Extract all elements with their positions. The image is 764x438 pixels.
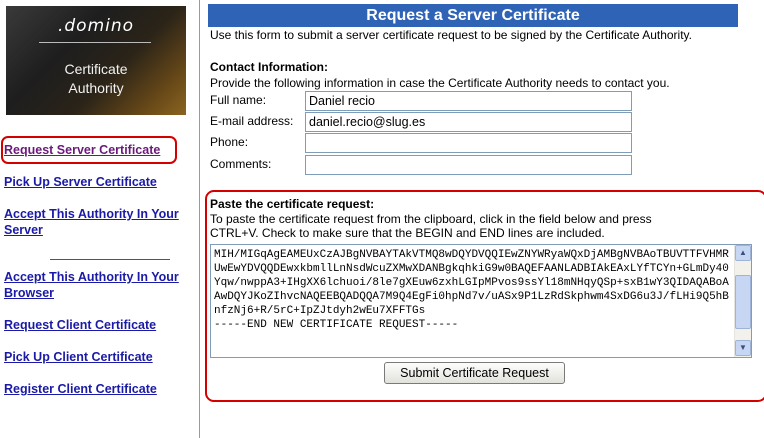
textarea-scrollbar[interactable]: ▲ ▼ xyxy=(734,245,751,357)
nav-register-client-certificate[interactable]: Register Client Certificate xyxy=(4,381,194,397)
scroll-up-icon[interactable]: ▲ xyxy=(735,245,751,261)
sidebar: .domino Certificate Authority Request Se… xyxy=(0,0,200,438)
logo-brand: .domino xyxy=(57,16,135,36)
email-label: E-mail address: xyxy=(210,114,294,128)
scrollbar-thumb[interactable] xyxy=(735,275,751,329)
paste-description: To paste the certificate request from th… xyxy=(210,212,652,240)
submit-certificate-request-button[interactable]: Submit Certificate Request xyxy=(384,362,565,384)
certificate-request-textarea-wrapper: ▲ ▼ xyxy=(210,244,752,358)
main-content: Request a Server Certificate Use this fo… xyxy=(205,0,764,438)
logo-title-line2: Authority xyxy=(68,80,124,96)
phone-label: Phone: xyxy=(210,135,249,149)
comments-field[interactable] xyxy=(305,155,632,175)
nav-request-server-certificate[interactable]: Request Server Certificate xyxy=(4,142,194,158)
nav-request-client-certificate[interactable]: Request Client Certificate xyxy=(4,317,194,333)
full-name-field[interactable] xyxy=(305,91,632,111)
contact-description: Provide the following information in cas… xyxy=(210,76,670,90)
scroll-down-icon[interactable]: ▼ xyxy=(735,340,751,356)
email-field[interactable] xyxy=(305,112,632,132)
page-title: Request a Server Certificate xyxy=(208,4,738,27)
phone-field[interactable] xyxy=(305,133,632,153)
nav-divider xyxy=(50,259,170,260)
certificate-request-textarea[interactable] xyxy=(211,245,735,357)
paste-heading: Paste the certificate request: xyxy=(210,197,375,211)
nav-accept-authority-server[interactable]: Accept This Authority In Your Server xyxy=(4,206,194,238)
logo-title: Certificate Authority xyxy=(6,60,186,98)
nav-accept-authority-browser[interactable]: Accept This Authority In Your Browser xyxy=(4,269,194,301)
comments-label: Comments: xyxy=(210,157,272,171)
nav-pickup-client-certificate[interactable]: Pick Up Client Certificate xyxy=(4,349,194,365)
full-name-label: Full name: xyxy=(210,93,267,107)
nav-pickup-server-certificate[interactable]: Pick Up Server Certificate xyxy=(4,174,194,190)
domino-ca-logo: .domino Certificate Authority xyxy=(6,6,186,115)
contact-heading: Contact Information: xyxy=(210,60,328,74)
intro-text: Use this form to submit a server certifi… xyxy=(210,28,692,42)
logo-title-line1: Certificate xyxy=(64,61,128,77)
logo-divider xyxy=(39,42,151,43)
